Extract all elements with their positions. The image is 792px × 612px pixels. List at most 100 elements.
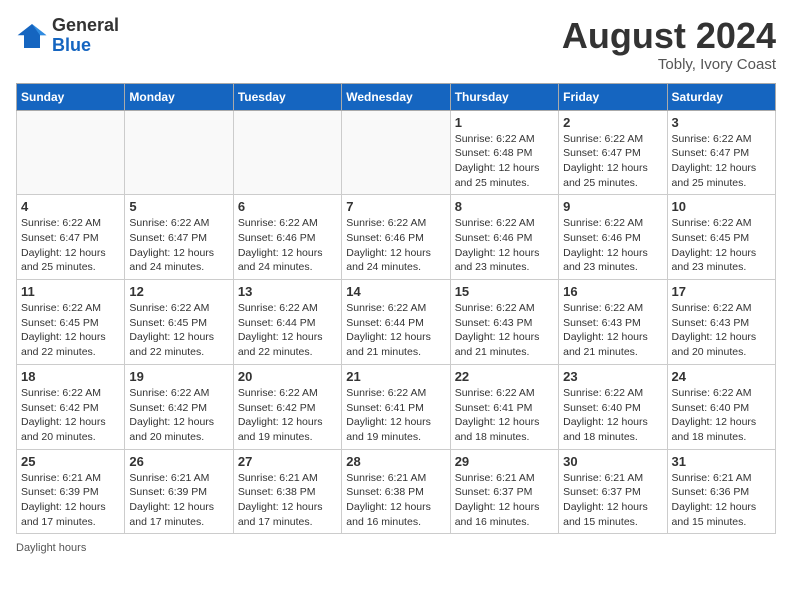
calendar-day-header: Monday — [125, 83, 233, 110]
day-number: 29 — [455, 454, 554, 469]
calendar-cell: 22 Sunrise: 6:22 AM Sunset: 6:41 PM Dayli… — [450, 364, 558, 449]
day-number: 15 — [455, 284, 554, 299]
day-number: 27 — [238, 454, 337, 469]
calendar-week-row: 25 Sunrise: 6:21 AM Sunset: 6:39 PM Dayli… — [17, 449, 776, 534]
logo: General Blue — [16, 16, 119, 56]
day-info: Sunrise: 6:22 AM Sunset: 6:46 PM Dayligh… — [238, 216, 337, 275]
logo-blue: Blue — [52, 36, 119, 56]
calendar-cell: 19 Sunrise: 6:22 AM Sunset: 6:42 PM Dayli… — [125, 364, 233, 449]
day-info: Sunrise: 6:22 AM Sunset: 6:47 PM Dayligh… — [563, 132, 662, 191]
month-year-title: August 2024 — [562, 16, 776, 56]
calendar-cell: 18Sunrise: 6:22 AM Sunset: 6:42 PM Dayli… — [17, 364, 125, 449]
calendar-cell: 31 Sunrise: 6:21 AM Sunset: 6:36 PM Dayli… — [667, 449, 775, 534]
day-info: Sunrise: 6:22 AM Sunset: 6:48 PM Dayligh… — [455, 132, 554, 191]
logo-icon — [16, 22, 48, 50]
day-number: 2 — [563, 115, 662, 130]
calendar-cell: 21 Sunrise: 6:22 AM Sunset: 6:41 PM Dayli… — [342, 364, 450, 449]
day-number: 26 — [129, 454, 228, 469]
location-subtitle: Tobly, Ivory Coast — [562, 56, 776, 73]
calendar-cell: 5 Sunrise: 6:22 AM Sunset: 6:47 PM Daylig… — [125, 195, 233, 280]
day-info: Sunrise: 6:21 AM Sunset: 6:36 PM Dayligh… — [672, 471, 771, 530]
calendar-cell: 9Sunrise: 6:22 AM Sunset: 6:46 PM Daylig… — [559, 195, 667, 280]
day-number: 14 — [346, 284, 445, 299]
day-info: Sunrise: 6:22 AM Sunset: 6:46 PM Dayligh… — [346, 216, 445, 275]
day-number: 22 — [455, 369, 554, 384]
day-info: Sunrise: 6:22 AM Sunset: 6:42 PM Dayligh… — [129, 386, 228, 445]
day-info: Sunrise: 6:22 AM Sunset: 6:45 PM Dayligh… — [672, 216, 771, 275]
calendar-cell: 23Sunrise: 6:22 AM Sunset: 6:40 PM Dayli… — [559, 364, 667, 449]
calendar-cell: 6 Sunrise: 6:22 AM Sunset: 6:46 PM Daylig… — [233, 195, 341, 280]
day-info: Sunrise: 6:22 AM Sunset: 6:42 PM Dayligh… — [21, 386, 120, 445]
calendar-cell: 14 Sunrise: 6:22 AM Sunset: 6:44 PM Dayli… — [342, 280, 450, 365]
day-info: Sunrise: 6:22 AM Sunset: 6:47 PM Dayligh… — [129, 216, 228, 275]
day-info: Sunrise: 6:22 AM Sunset: 6:47 PM Dayligh… — [672, 132, 771, 191]
calendar-cell: 20 Sunrise: 6:22 AM Sunset: 6:42 PM Dayli… — [233, 364, 341, 449]
day-number: 21 — [346, 369, 445, 384]
day-number: 19 — [129, 369, 228, 384]
logo-general: General — [52, 16, 119, 36]
day-info: Sunrise: 6:22 AM Sunset: 6:44 PM Dayligh… — [346, 301, 445, 360]
day-info: Sunrise: 6:22 AM Sunset: 6:45 PM Dayligh… — [21, 301, 120, 360]
calendar-cell: 29 Sunrise: 6:21 AM Sunset: 6:37 PM Dayli… — [450, 449, 558, 534]
day-number: 11 — [21, 284, 120, 299]
day-info: Sunrise: 6:22 AM Sunset: 6:46 PM Dayligh… — [455, 216, 554, 275]
calendar-cell: 30 Sunrise: 6:21 AM Sunset: 6:37 PM Dayli… — [559, 449, 667, 534]
day-number: 25 — [21, 454, 120, 469]
day-number: 6 — [238, 199, 337, 214]
day-number: 10 — [672, 199, 771, 214]
calendar-cell: 13Sunrise: 6:22 AM Sunset: 6:44 PM Dayli… — [233, 280, 341, 365]
calendar-cell — [342, 110, 450, 195]
calendar-week-row: 4 Sunrise: 6:22 AM Sunset: 6:47 PM Daylig… — [17, 195, 776, 280]
day-info: Sunrise: 6:22 AM Sunset: 6:41 PM Dayligh… — [455, 386, 554, 445]
day-info: Sunrise: 6:22 AM Sunset: 6:43 PM Dayligh… — [672, 301, 771, 360]
footer-note: Daylight hours — [16, 542, 776, 554]
day-number: 5 — [129, 199, 228, 214]
calendar-week-row: 11 Sunrise: 6:22 AM Sunset: 6:45 PM Dayli… — [17, 280, 776, 365]
calendar-cell: 16 Sunrise: 6:22 AM Sunset: 6:43 PM Dayli… — [559, 280, 667, 365]
calendar-cell — [233, 110, 341, 195]
calendar-cell: 7 Sunrise: 6:22 AM Sunset: 6:46 PM Daylig… — [342, 195, 450, 280]
day-info: Sunrise: 6:21 AM Sunset: 6:37 PM Dayligh… — [455, 471, 554, 530]
calendar-cell: 24Sunrise: 6:22 AM Sunset: 6:40 PM Dayli… — [667, 364, 775, 449]
page-header: General Blue August 2024 Tobly, Ivory Co… — [16, 16, 776, 73]
calendar-table: SundayMondayTuesdayWednesdayThursdayFrid… — [16, 83, 776, 535]
day-info: Sunrise: 6:21 AM Sunset: 6:38 PM Dayligh… — [238, 471, 337, 530]
day-number: 20 — [238, 369, 337, 384]
day-number: 31 — [672, 454, 771, 469]
day-info: Sunrise: 6:21 AM Sunset: 6:38 PM Dayligh… — [346, 471, 445, 530]
day-number: 28 — [346, 454, 445, 469]
calendar-cell: 3 Sunrise: 6:22 AM Sunset: 6:47 PM Daylig… — [667, 110, 775, 195]
day-number: 16 — [563, 284, 662, 299]
calendar-day-header: Sunday — [17, 83, 125, 110]
day-info: Sunrise: 6:21 AM Sunset: 6:37 PM Dayligh… — [563, 471, 662, 530]
day-info: Sunrise: 6:22 AM Sunset: 6:40 PM Dayligh… — [672, 386, 771, 445]
calendar-cell: 8 Sunrise: 6:22 AM Sunset: 6:46 PM Daylig… — [450, 195, 558, 280]
day-info: Sunrise: 6:22 AM Sunset: 6:47 PM Dayligh… — [21, 216, 120, 275]
day-info: Sunrise: 6:21 AM Sunset: 6:39 PM Dayligh… — [21, 471, 120, 530]
day-info: Sunrise: 6:21 AM Sunset: 6:39 PM Dayligh… — [129, 471, 228, 530]
calendar-cell: 26 Sunrise: 6:21 AM Sunset: 6:39 PM Dayli… — [125, 449, 233, 534]
day-number: 13 — [238, 284, 337, 299]
day-number: 30 — [563, 454, 662, 469]
day-number: 3 — [672, 115, 771, 130]
day-number: 7 — [346, 199, 445, 214]
calendar-week-row: 1Sunrise: 6:22 AM Sunset: 6:48 PM Daylig… — [17, 110, 776, 195]
calendar-cell — [17, 110, 125, 195]
calendar-cell: 2 Sunrise: 6:22 AM Sunset: 6:47 PM Daylig… — [559, 110, 667, 195]
calendar-day-header: Friday — [559, 83, 667, 110]
calendar-cell: 28 Sunrise: 6:21 AM Sunset: 6:38 PM Dayli… — [342, 449, 450, 534]
daylight-hours-label: Daylight hours — [16, 542, 86, 554]
day-info: Sunrise: 6:22 AM Sunset: 6:43 PM Dayligh… — [563, 301, 662, 360]
day-info: Sunrise: 6:22 AM Sunset: 6:41 PM Dayligh… — [346, 386, 445, 445]
day-number: 8 — [455, 199, 554, 214]
day-number: 4 — [21, 199, 120, 214]
calendar-cell — [125, 110, 233, 195]
calendar-cell: 11 Sunrise: 6:22 AM Sunset: 6:45 PM Dayli… — [17, 280, 125, 365]
calendar-cell: 15Sunrise: 6:22 AM Sunset: 6:43 PM Dayli… — [450, 280, 558, 365]
calendar-cell: 10 Sunrise: 6:22 AM Sunset: 6:45 PM Dayli… — [667, 195, 775, 280]
day-number: 23 — [563, 369, 662, 384]
day-info: Sunrise: 6:22 AM Sunset: 6:42 PM Dayligh… — [238, 386, 337, 445]
calendar-cell: 12Sunrise: 6:22 AM Sunset: 6:45 PM Dayli… — [125, 280, 233, 365]
calendar-week-row: 18Sunrise: 6:22 AM Sunset: 6:42 PM Dayli… — [17, 364, 776, 449]
calendar-day-header: Saturday — [667, 83, 775, 110]
